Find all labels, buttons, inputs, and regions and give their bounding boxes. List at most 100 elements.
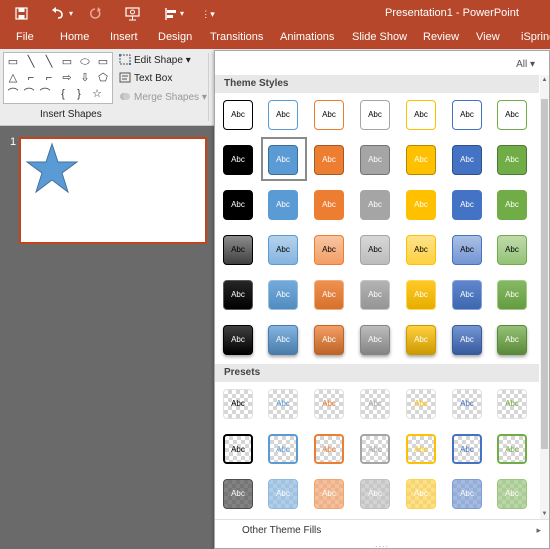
- theme-style-1-gray[interactable]: Abc: [355, 95, 395, 135]
- theme-style-5-navy[interactable]: Abc: [447, 275, 487, 315]
- theme-style-4-dark[interactable]: Abc: [218, 230, 258, 270]
- tab-transitions[interactable]: Transitions: [210, 31, 263, 43]
- shape-triangle-icon[interactable]: △: [6, 71, 20, 85]
- theme-style-1-gold[interactable]: Abc: [401, 95, 441, 135]
- shape-pentagon-icon[interactable]: ⬠: [96, 71, 110, 85]
- theme-style-6-navy[interactable]: Abc: [447, 320, 487, 360]
- theme-style-3-green[interactable]: Abc: [492, 185, 532, 225]
- preset-style-2-orange[interactable]: Abc: [309, 429, 349, 469]
- theme-style-1-green[interactable]: Abc: [492, 95, 532, 135]
- tab-review[interactable]: Review: [423, 31, 459, 43]
- preset-style-1-navy[interactable]: Abc: [447, 384, 487, 424]
- tab-file[interactable]: File: [16, 31, 34, 43]
- shape-freeform-icon[interactable]: ⌒: [38, 87, 52, 101]
- theme-style-2-gray[interactable]: Abc: [355, 140, 395, 180]
- gallery-scrollbar[interactable]: ▲ ▼: [540, 75, 549, 519]
- theme-style-4-blue[interactable]: Abc: [263, 230, 303, 270]
- scroll-down-icon[interactable]: ▼: [541, 511, 548, 517]
- text-box-button[interactable]: Text Box: [119, 72, 172, 84]
- theme-style-5-blue[interactable]: Abc: [263, 275, 303, 315]
- theme-style-2-gold[interactable]: Abc: [401, 140, 441, 180]
- theme-style-5-orange[interactable]: Abc: [309, 275, 349, 315]
- theme-style-2-navy[interactable]: Abc: [447, 140, 487, 180]
- resize-grip-icon[interactable]: ....: [375, 539, 389, 549]
- other-theme-fills-item[interactable]: Other Theme Fills: [242, 525, 321, 536]
- theme-style-6-dark[interactable]: Abc: [218, 320, 258, 360]
- preset-style-3-blue[interactable]: Abc: [263, 474, 303, 514]
- shape-down-arrow-icon[interactable]: ⇩: [78, 71, 92, 85]
- shapes-gallery[interactable]: ▭ ╲ ╲ ▭ ⬭ ▭ △ ⌐ ⌐ ⇨ ⇩ ⬠ ⌒ ⌒ ⌒ { } ☆: [3, 52, 113, 104]
- theme-style-1-orange[interactable]: Abc: [309, 95, 349, 135]
- theme-style-1-navy[interactable]: Abc: [447, 95, 487, 135]
- theme-style-2-orange[interactable]: Abc: [309, 140, 349, 180]
- theme-style-5-gold[interactable]: Abc: [401, 275, 441, 315]
- shape-elbow-arrow-icon[interactable]: ⌐: [42, 71, 56, 85]
- theme-style-4-orange[interactable]: Abc: [309, 230, 349, 270]
- edit-shape-button[interactable]: Edit Shape ▾: [118, 53, 191, 66]
- preset-style-3-dark[interactable]: Abc: [218, 474, 258, 514]
- theme-style-6-green[interactable]: Abc: [492, 320, 532, 360]
- preset-style-2-gray[interactable]: Abc: [355, 429, 395, 469]
- preset-style-3-navy[interactable]: Abc: [447, 474, 487, 514]
- preset-style-1-blue[interactable]: Abc: [263, 384, 303, 424]
- preset-style-1-gold[interactable]: Abc: [401, 384, 441, 424]
- theme-style-6-gold[interactable]: Abc: [401, 320, 441, 360]
- shape-rectangle-icon[interactable]: ▭: [60, 55, 74, 69]
- theme-style-3-dark[interactable]: Abc: [218, 185, 258, 225]
- star-shape[interactable]: [26, 142, 78, 194]
- theme-style-3-gold[interactable]: Abc: [401, 185, 441, 225]
- scroll-up-icon[interactable]: ▲: [541, 77, 548, 83]
- shape-elbow-connector-icon[interactable]: ⌐: [24, 71, 38, 85]
- undo-dropdown-icon[interactable]: ▾: [65, 4, 77, 24]
- preset-style-2-blue[interactable]: Abc: [263, 429, 303, 469]
- shape-right-arrow-icon[interactable]: ⇨: [60, 71, 74, 85]
- theme-style-4-gray[interactable]: Abc: [355, 230, 395, 270]
- theme-style-3-navy[interactable]: Abc: [447, 185, 487, 225]
- theme-style-5-gray[interactable]: Abc: [355, 275, 395, 315]
- theme-style-5-green[interactable]: Abc: [492, 275, 532, 315]
- preset-style-2-dark[interactable]: Abc: [218, 429, 258, 469]
- theme-style-1-blue[interactable]: Abc: [263, 95, 303, 135]
- tab-slide-show[interactable]: Slide Show: [352, 31, 407, 43]
- theme-style-2-dark[interactable]: Abc: [218, 140, 258, 180]
- theme-style-2-green[interactable]: Abc: [492, 140, 532, 180]
- shape-right-brace-icon[interactable]: }: [72, 87, 86, 101]
- theme-style-3-orange[interactable]: Abc: [309, 185, 349, 225]
- preset-style-3-green[interactable]: Abc: [492, 474, 532, 514]
- tab-design[interactable]: Design: [158, 31, 192, 43]
- presentation-icon[interactable]: [121, 4, 143, 24]
- preset-style-3-gray[interactable]: Abc: [355, 474, 395, 514]
- theme-style-4-navy[interactable]: Abc: [447, 230, 487, 270]
- tab-home[interactable]: Home: [60, 31, 89, 43]
- preset-style-1-gray[interactable]: Abc: [355, 384, 395, 424]
- slide-thumbnail[interactable]: [19, 137, 207, 244]
- preset-style-3-orange[interactable]: Abc: [309, 474, 349, 514]
- scrollbar-thumb[interactable]: [541, 99, 548, 449]
- preset-style-3-gold[interactable]: Abc: [401, 474, 441, 514]
- customize-qat-icon[interactable]: ⋮▾: [200, 4, 216, 24]
- preset-style-2-navy[interactable]: Abc: [447, 429, 487, 469]
- shape-textbox-icon[interactable]: ▭: [6, 55, 20, 69]
- tab-insert[interactable]: Insert: [110, 31, 138, 43]
- save-icon[interactable]: [10, 4, 32, 24]
- theme-style-1-dark[interactable]: Abc: [218, 95, 258, 135]
- preset-style-2-gold[interactable]: Abc: [401, 429, 441, 469]
- theme-style-6-orange[interactable]: Abc: [309, 320, 349, 360]
- shape-arc-icon[interactable]: ⌒: [6, 87, 20, 101]
- shape-line-icon[interactable]: ╲: [24, 55, 38, 69]
- theme-style-3-blue[interactable]: Abc: [263, 185, 303, 225]
- shape-star-icon[interactable]: ☆: [90, 87, 104, 101]
- align-dropdown-icon[interactable]: ▾: [176, 4, 188, 24]
- tab-animations[interactable]: Animations: [280, 31, 334, 43]
- preset-style-1-dark[interactable]: Abc: [218, 384, 258, 424]
- tab-ispring[interactable]: iSpring: [521, 31, 550, 43]
- tab-view[interactable]: View: [476, 31, 500, 43]
- shape-rounded-rectangle-icon[interactable]: ▭: [96, 55, 110, 69]
- shape-oval-icon[interactable]: ⬭: [78, 55, 92, 69]
- preset-style-2-green[interactable]: Abc: [492, 429, 532, 469]
- theme-style-3-gray[interactable]: Abc: [355, 185, 395, 225]
- gallery-filter-dropdown[interactable]: All ▾: [516, 59, 535, 70]
- preset-style-1-green[interactable]: Abc: [492, 384, 532, 424]
- preset-style-1-orange[interactable]: Abc: [309, 384, 349, 424]
- shape-left-brace-icon[interactable]: {: [56, 87, 70, 101]
